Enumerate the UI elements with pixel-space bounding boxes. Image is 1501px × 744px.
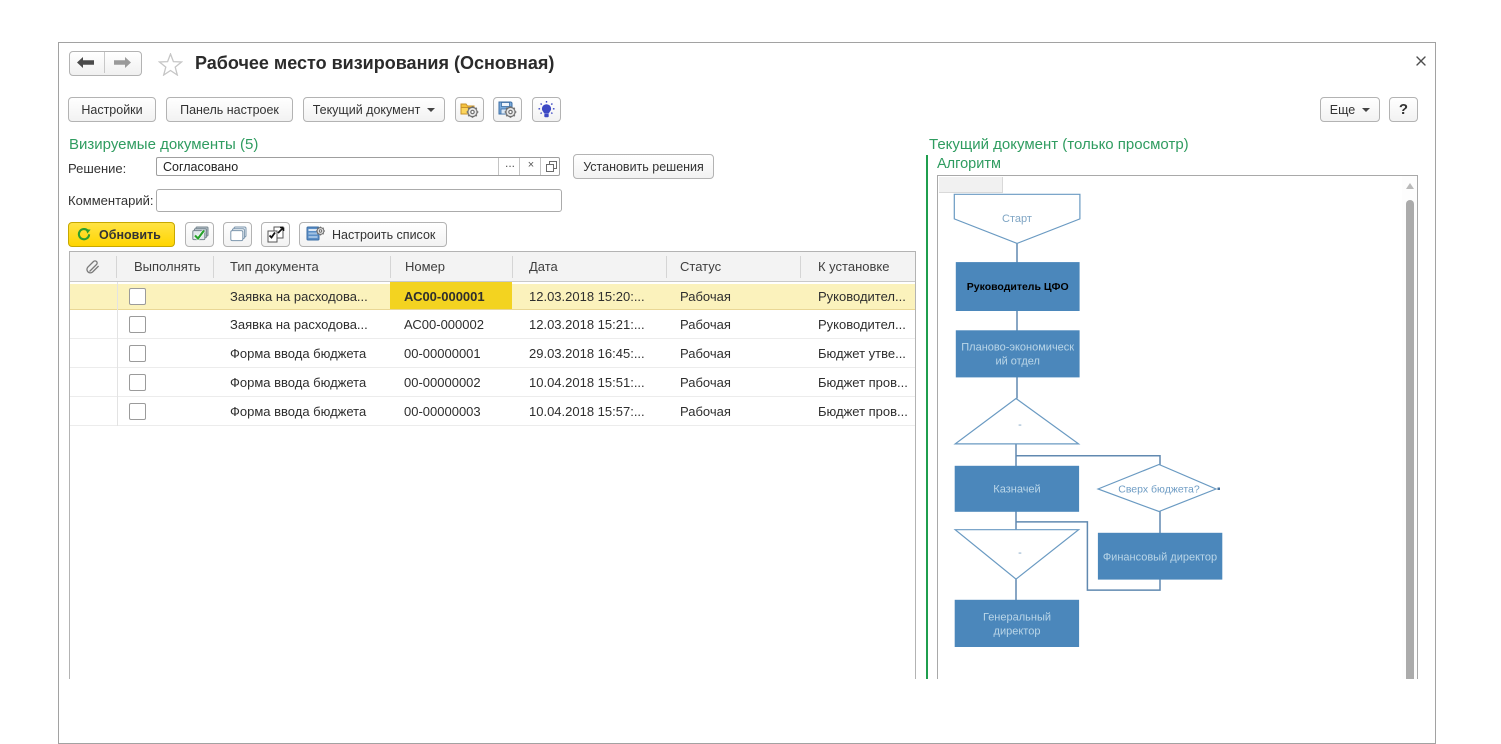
svg-text:директор: директор bbox=[994, 626, 1041, 638]
svg-text:Генеральный: Генеральный bbox=[983, 612, 1051, 624]
svg-text:Сверх бюджета?: Сверх бюджета? bbox=[1118, 484, 1200, 496]
svg-text:ий отдел: ий отдел bbox=[995, 356, 1039, 368]
svg-text:-: - bbox=[1018, 547, 1022, 559]
svg-text:Финансовый директор: Финансовый директор bbox=[1103, 552, 1217, 564]
svg-text:Руководитель ЦФО: Руководитель ЦФО bbox=[967, 281, 1069, 293]
svg-text:-: - bbox=[1018, 419, 1022, 431]
svg-text:Планово-экономическ: Планово-экономическ bbox=[961, 342, 1074, 354]
svg-text:Старт: Старт bbox=[1002, 213, 1032, 225]
svg-text:Казначей: Казначей bbox=[993, 484, 1040, 496]
